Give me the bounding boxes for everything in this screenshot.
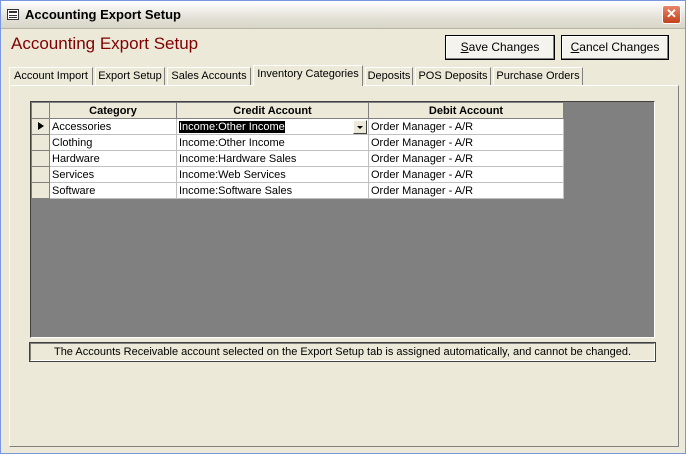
table-row[interactable]: Services Income:Web Services Order Manag… xyxy=(31,166,564,183)
form-icon xyxy=(7,9,19,20)
page-title: Accounting Export Setup xyxy=(11,34,199,53)
row-selector[interactable] xyxy=(31,150,50,167)
debit-account-cell: Order Manager - A/R xyxy=(368,118,564,135)
category-cell[interactable]: Accessories xyxy=(49,118,177,135)
table-row[interactable]: Hardware Income:Hardware Sales Order Man… xyxy=(31,150,564,167)
credit-account-cell[interactable]: Income:Software Sales xyxy=(176,182,369,199)
table-row[interactable]: Software Income:Software Sales Order Man… xyxy=(31,182,564,199)
tab-deposits[interactable]: Deposits xyxy=(365,67,413,85)
export-setup-window: Accounting Export Setup ✕ Accounting Exp… xyxy=(0,0,686,454)
save-changes-button[interactable]: Save Changes xyxy=(445,35,555,60)
column-header-debit-account: Debit Account xyxy=(368,102,564,119)
row-selector[interactable] xyxy=(31,182,50,199)
credit-account-cell[interactable]: Income:Hardware Sales xyxy=(176,150,369,167)
column-header-category: Category xyxy=(49,102,177,119)
credit-account-cell[interactable]: Income:Web Services xyxy=(176,166,369,183)
close-icon: ✕ xyxy=(666,6,677,21)
debit-account-cell: Order Manager - A/R xyxy=(368,134,564,151)
row-selector[interactable] xyxy=(31,118,50,135)
column-header-credit-account: Credit Account xyxy=(176,102,369,119)
info-note: The Accounts Receivable account selected… xyxy=(29,342,656,362)
tab-sales-accounts[interactable]: Sales Accounts xyxy=(167,67,251,85)
window-title: Accounting Export Setup xyxy=(25,7,181,22)
tab-purchase-orders[interactable]: Purchase Orders xyxy=(493,67,583,85)
category-cell[interactable]: Services xyxy=(49,166,177,183)
credit-account-value[interactable]: Income:Other Income xyxy=(179,120,285,133)
table-row[interactable]: Accessories Income:Other Income Order Ma… xyxy=(31,118,564,135)
close-button[interactable]: ✕ xyxy=(662,5,681,24)
title-bar: Accounting Export Setup ✕ xyxy=(1,1,685,29)
table-header-row: Category Credit Account Debit Account xyxy=(31,102,564,119)
tab-export-setup[interactable]: Export Setup xyxy=(95,67,165,85)
credit-account-combo[interactable]: Income:Other Income xyxy=(176,118,369,135)
row-selector[interactable] xyxy=(31,134,50,151)
table-row[interactable]: Clothing Income:Other Income Order Manag… xyxy=(31,134,564,151)
category-cell[interactable]: Hardware xyxy=(49,150,177,167)
tab-inventory-categories[interactable]: Inventory Categories xyxy=(253,65,363,86)
debit-account-cell: Order Manager - A/R xyxy=(368,166,564,183)
debit-account-cell: Order Manager - A/R xyxy=(368,182,564,199)
tab-pos-deposits[interactable]: POS Deposits xyxy=(415,67,491,85)
category-table: Category Credit Account Debit Account Ac… xyxy=(31,102,564,199)
debit-account-cell: Order Manager - A/R xyxy=(368,150,564,167)
cancel-changes-button[interactable]: Cancel Changes xyxy=(561,35,669,60)
category-grid: Category Credit Account Debit Account Ac… xyxy=(30,101,655,338)
credit-account-cell[interactable]: Income:Other Income xyxy=(176,134,369,151)
chevron-down-icon[interactable] xyxy=(353,119,367,134)
tab-account-import[interactable]: Account Import xyxy=(9,67,93,85)
category-cell[interactable]: Clothing xyxy=(49,134,177,151)
category-cell[interactable]: Software xyxy=(49,182,177,199)
row-selector[interactable] xyxy=(31,166,50,183)
current-row-icon xyxy=(38,122,44,130)
row-selector-header xyxy=(31,102,50,119)
